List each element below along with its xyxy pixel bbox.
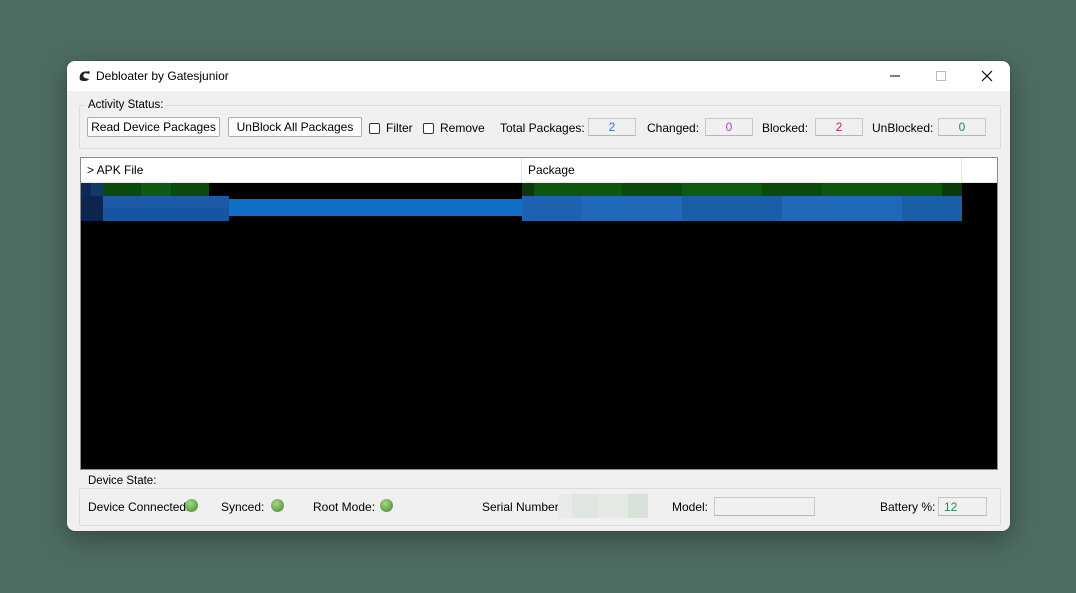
- packages-list[interactable]: > APK File Package: [80, 157, 998, 470]
- package-cell: [522, 196, 962, 221]
- filter-checkbox[interactable]: Filter: [369, 120, 413, 136]
- remove-checkbox-box[interactable]: [423, 122, 434, 134]
- serial-number-label: Serial Number:: [482, 500, 563, 514]
- column-separator: [961, 158, 962, 182]
- changed-label: Changed:: [647, 121, 700, 135]
- apk-file-cell-edge: [81, 196, 103, 221]
- blocked-value: 2: [815, 118, 863, 136]
- total-packages-value: 2: [588, 118, 636, 136]
- list-header: > APK File Package: [81, 158, 997, 183]
- package-cell: [522, 183, 962, 196]
- synced-indicator: [271, 499, 284, 512]
- unblock-all-packages-button[interactable]: UnBlock All Packages: [228, 117, 362, 137]
- activity-status-label: Activity Status:: [86, 99, 166, 111]
- column-package[interactable]: Package: [528, 158, 958, 182]
- maximize-button[interactable]: [918, 61, 964, 91]
- battery-value: 12: [938, 497, 987, 516]
- window-title: Debloater by Gatesjunior: [96, 69, 229, 83]
- root-mode-label: Root Mode:: [313, 500, 376, 514]
- remove-checkbox[interactable]: Remove: [423, 120, 485, 136]
- debloater-window: Debloater by Gatesjunior Activity Status…: [67, 61, 1010, 531]
- read-device-packages-button[interactable]: Read Device Packages: [87, 117, 220, 137]
- blocked-label: Blocked:: [762, 121, 809, 135]
- column-separator: [521, 158, 522, 182]
- synced-label: Synced:: [221, 500, 265, 514]
- apk-file-cell: [81, 183, 209, 196]
- filter-label: Filter: [386, 121, 413, 135]
- apk-file-cell: [81, 196, 229, 221]
- minimize-icon: [890, 75, 900, 77]
- serial-number-value: [558, 494, 660, 518]
- remove-label: Remove: [440, 121, 485, 135]
- maximize-icon: [936, 71, 946, 81]
- device-state-label: Device State:: [86, 475, 159, 487]
- unblocked-value: 0: [938, 118, 986, 136]
- root-mode-indicator: [380, 499, 393, 512]
- list-item-selected[interactable]: [81, 196, 997, 221]
- minimize-button[interactable]: [872, 61, 918, 91]
- app-icon: [79, 71, 90, 82]
- unblocked-label: UnBlocked:: [872, 121, 934, 135]
- model-label: Model:: [672, 500, 709, 514]
- total-packages-label: Total Packages:: [500, 121, 585, 135]
- title-bar[interactable]: Debloater by Gatesjunior: [67, 61, 1010, 91]
- device-connected-indicator: [185, 499, 198, 512]
- apk-file-cell-highlight: [229, 199, 523, 216]
- changed-value: 0: [705, 118, 753, 136]
- close-icon: [981, 70, 993, 82]
- model-value: [714, 497, 815, 516]
- column-apk-file[interactable]: > APK File: [87, 158, 517, 182]
- close-button[interactable]: [964, 61, 1010, 91]
- filter-checkbox-box[interactable]: [369, 122, 380, 134]
- device-connected-label: Device Connected:: [88, 500, 190, 514]
- list-item[interactable]: [81, 183, 997, 196]
- battery-label: Battery %:: [880, 500, 936, 514]
